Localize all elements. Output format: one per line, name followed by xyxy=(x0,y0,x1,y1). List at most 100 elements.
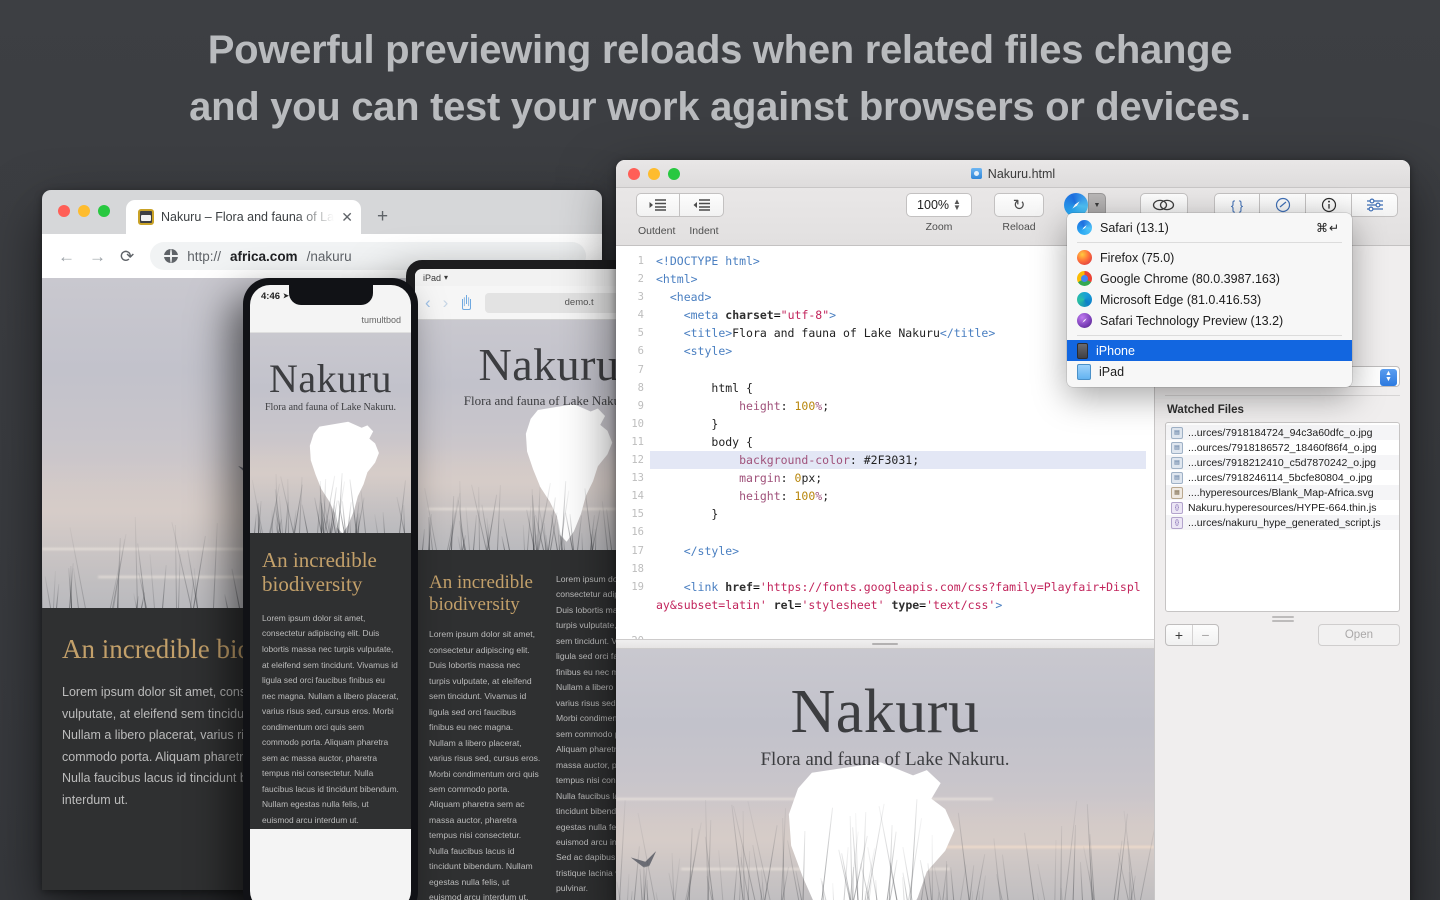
code-line[interactable]: height: 100%; xyxy=(656,487,1146,505)
favicon-icon xyxy=(138,209,154,225)
watched-file-row[interactable]: ▤ ...urces/7918184724_94c3a60dfc_o.jpg xyxy=(1166,425,1399,440)
watched-file-row[interactable]: ▤ ...ources/7918186572_18460f86f4_o.jpg xyxy=(1166,440,1399,455)
preview-target-menu[interactable]: Safari (13.1) ⌘↵ Firefox (75.0) Google Chro… xyxy=(1067,213,1352,387)
settings-sliders-icon xyxy=(1366,198,1383,212)
reed xyxy=(301,504,308,533)
link-chain-icon xyxy=(1152,199,1175,211)
maximize-window-button[interactable] xyxy=(668,167,680,180)
reed xyxy=(832,883,836,900)
list-resize-handle[interactable] xyxy=(1165,616,1400,622)
browser-tab[interactable]: Nakuru – Flora and fauna of Lak ✕ xyxy=(126,200,361,234)
menu-item-label: Firefox (75.0) xyxy=(1100,250,1175,265)
watched-file-row[interactable]: {} ...urces/nakuru_hype_generated_script.… xyxy=(1166,515,1399,530)
ipad-device-icon xyxy=(1077,363,1091,380)
hero-title-preview: Nakuru Flora and fauna of Lake Nakuru. xyxy=(616,677,1154,771)
watched-file-row[interactable]: {} Nakuru.hyperesources/HYPE-664.thin.js xyxy=(1166,500,1399,515)
page-headline: Powerful previewing reloads when related… xyxy=(0,22,1440,136)
close-tab-icon[interactable]: ✕ xyxy=(341,210,353,224)
editor-title-bar: Nakuru.html xyxy=(616,160,1410,188)
hero-title-text: Nakuru xyxy=(790,678,980,746)
reed xyxy=(177,554,181,608)
code-line[interactable]: } xyxy=(656,505,1146,523)
code-line[interactable]: background-color: #2F3031; xyxy=(616,451,1146,470)
indent-button[interactable] xyxy=(680,193,724,217)
img-file-icon: ▤ xyxy=(1171,426,1183,439)
code-line[interactable] xyxy=(656,523,1146,541)
menu-item-stp[interactable]: Safari Technology Preview (13.2) xyxy=(1067,310,1352,331)
reed xyxy=(1079,862,1084,900)
zoom-stepper[interactable]: 100% ▲ ▼ xyxy=(906,193,972,217)
iphone-device-mock: 4:46 ➤ tumultbod Nakuru Flora and fauna … xyxy=(243,278,418,900)
settings-button[interactable] xyxy=(1352,193,1398,217)
close-window-button[interactable] xyxy=(628,167,640,180)
minimize-window-button[interactable] xyxy=(78,205,90,217)
new-tab-button[interactable]: + xyxy=(377,207,388,226)
line-number: 4 xyxy=(637,309,644,322)
open-file-button[interactable]: Open xyxy=(1317,624,1400,646)
window-controls[interactable] xyxy=(58,205,110,217)
close-window-button[interactable] xyxy=(58,205,70,217)
reed xyxy=(931,835,933,900)
ipad-forward-icon[interactable]: › xyxy=(443,294,449,311)
remove-file-button[interactable]: − xyxy=(1192,625,1218,645)
watched-file-row[interactable]: ▤ ...urces/7918246114_5bcfe80804_o.jpg xyxy=(1166,470,1399,485)
chevron-updown-icon[interactable]: ▲ ▼ xyxy=(1380,368,1397,386)
outdent-button[interactable] xyxy=(636,193,680,217)
outdent-label: Outdent xyxy=(638,225,676,237)
watched-file-row[interactable]: ▦ ....hyperesources/Blank_Map-Africa.svg xyxy=(1166,485,1399,500)
reeds-group xyxy=(616,799,1154,900)
url-path: /nakuru xyxy=(306,248,352,264)
back-icon[interactable]: ← xyxy=(58,248,75,265)
url-scheme: http:// xyxy=(187,248,222,264)
code-line[interactable]: margin: 0px; xyxy=(656,469,1146,487)
reed xyxy=(581,532,584,550)
ipad-back-icon[interactable]: ‹ xyxy=(425,294,431,311)
code-line[interactable] xyxy=(656,614,1146,632)
article-body: Lorem ipsum dolor sit amet, consectetur … xyxy=(262,612,399,825)
watched-files-list[interactable]: ▤ ...urces/7918184724_94c3a60dfc_o.jpg ▤..… xyxy=(1165,422,1400,612)
chevron-updown-icon[interactable]: ▲ ▼ xyxy=(953,197,961,210)
code-line[interactable]: } xyxy=(656,415,1146,433)
indent-controls xyxy=(636,193,724,217)
reed xyxy=(731,864,738,900)
maximize-window-button[interactable] xyxy=(98,205,110,217)
reed xyxy=(472,515,477,550)
reed xyxy=(801,830,806,900)
menu-item-firefox[interactable]: Firefox (75.0) xyxy=(1067,247,1352,268)
forward-icon[interactable]: → xyxy=(89,248,106,265)
line-number: 15 xyxy=(631,508,644,521)
line-number: 13 xyxy=(631,472,644,485)
add-file-button[interactable]: + xyxy=(1166,625,1192,645)
editor-window-title: Nakuru.html xyxy=(616,167,1410,181)
share-icon[interactable] xyxy=(460,295,473,310)
split-resize-handle[interactable] xyxy=(616,639,1154,649)
menu-item-chrome[interactable]: Google Chrome (80.0.3987.163) xyxy=(1067,268,1352,289)
reload-icon[interactable]: ⟳ xyxy=(120,248,134,265)
hero-subtitle-text: Flora and fauna of Lake Nakuru. xyxy=(760,749,1010,770)
article-iphone: An incredible biodiversity Lorem ipsum d… xyxy=(250,533,411,829)
reed xyxy=(626,873,631,900)
reed xyxy=(993,838,1004,900)
watched-file-row[interactable]: ▤ ...urces/7918212410_c5d7870242_o.jpg xyxy=(1166,455,1399,470)
code-line[interactable]: <link href='https://fonts.googleapis.com… xyxy=(656,578,1146,614)
menu-item-edge[interactable]: Microsoft Edge (81.0.416.53) xyxy=(1067,289,1352,310)
code-line[interactable] xyxy=(656,560,1146,578)
reed xyxy=(428,516,431,550)
article-heading: An incredible biodiversity xyxy=(429,572,533,615)
code-line[interactable]: height: 100%; xyxy=(656,397,1146,415)
window-controls[interactable] xyxy=(628,167,680,180)
menu-item-iphone[interactable]: iPhone xyxy=(1067,340,1352,361)
minimize-window-button[interactable] xyxy=(648,167,660,180)
code-line[interactable]: </style> xyxy=(656,542,1146,560)
validate-circle-icon xyxy=(1275,197,1290,213)
iphone-address-bar[interactable]: tumultbod xyxy=(361,315,401,325)
menu-item-safari[interactable]: Safari (13.1) ⌘↵ xyxy=(1067,217,1352,238)
reed xyxy=(945,860,949,900)
reed xyxy=(42,557,44,608)
code-line[interactable]: body { xyxy=(656,433,1146,451)
watched-file-name: ...ources/7918186572_18460f86f4_o.jpg xyxy=(1188,441,1377,454)
reed xyxy=(1037,893,1043,900)
menu-item-ipad[interactable]: iPad xyxy=(1067,361,1352,382)
reload-button[interactable]: ↻ xyxy=(994,193,1044,217)
line-number: 7 xyxy=(637,363,644,376)
